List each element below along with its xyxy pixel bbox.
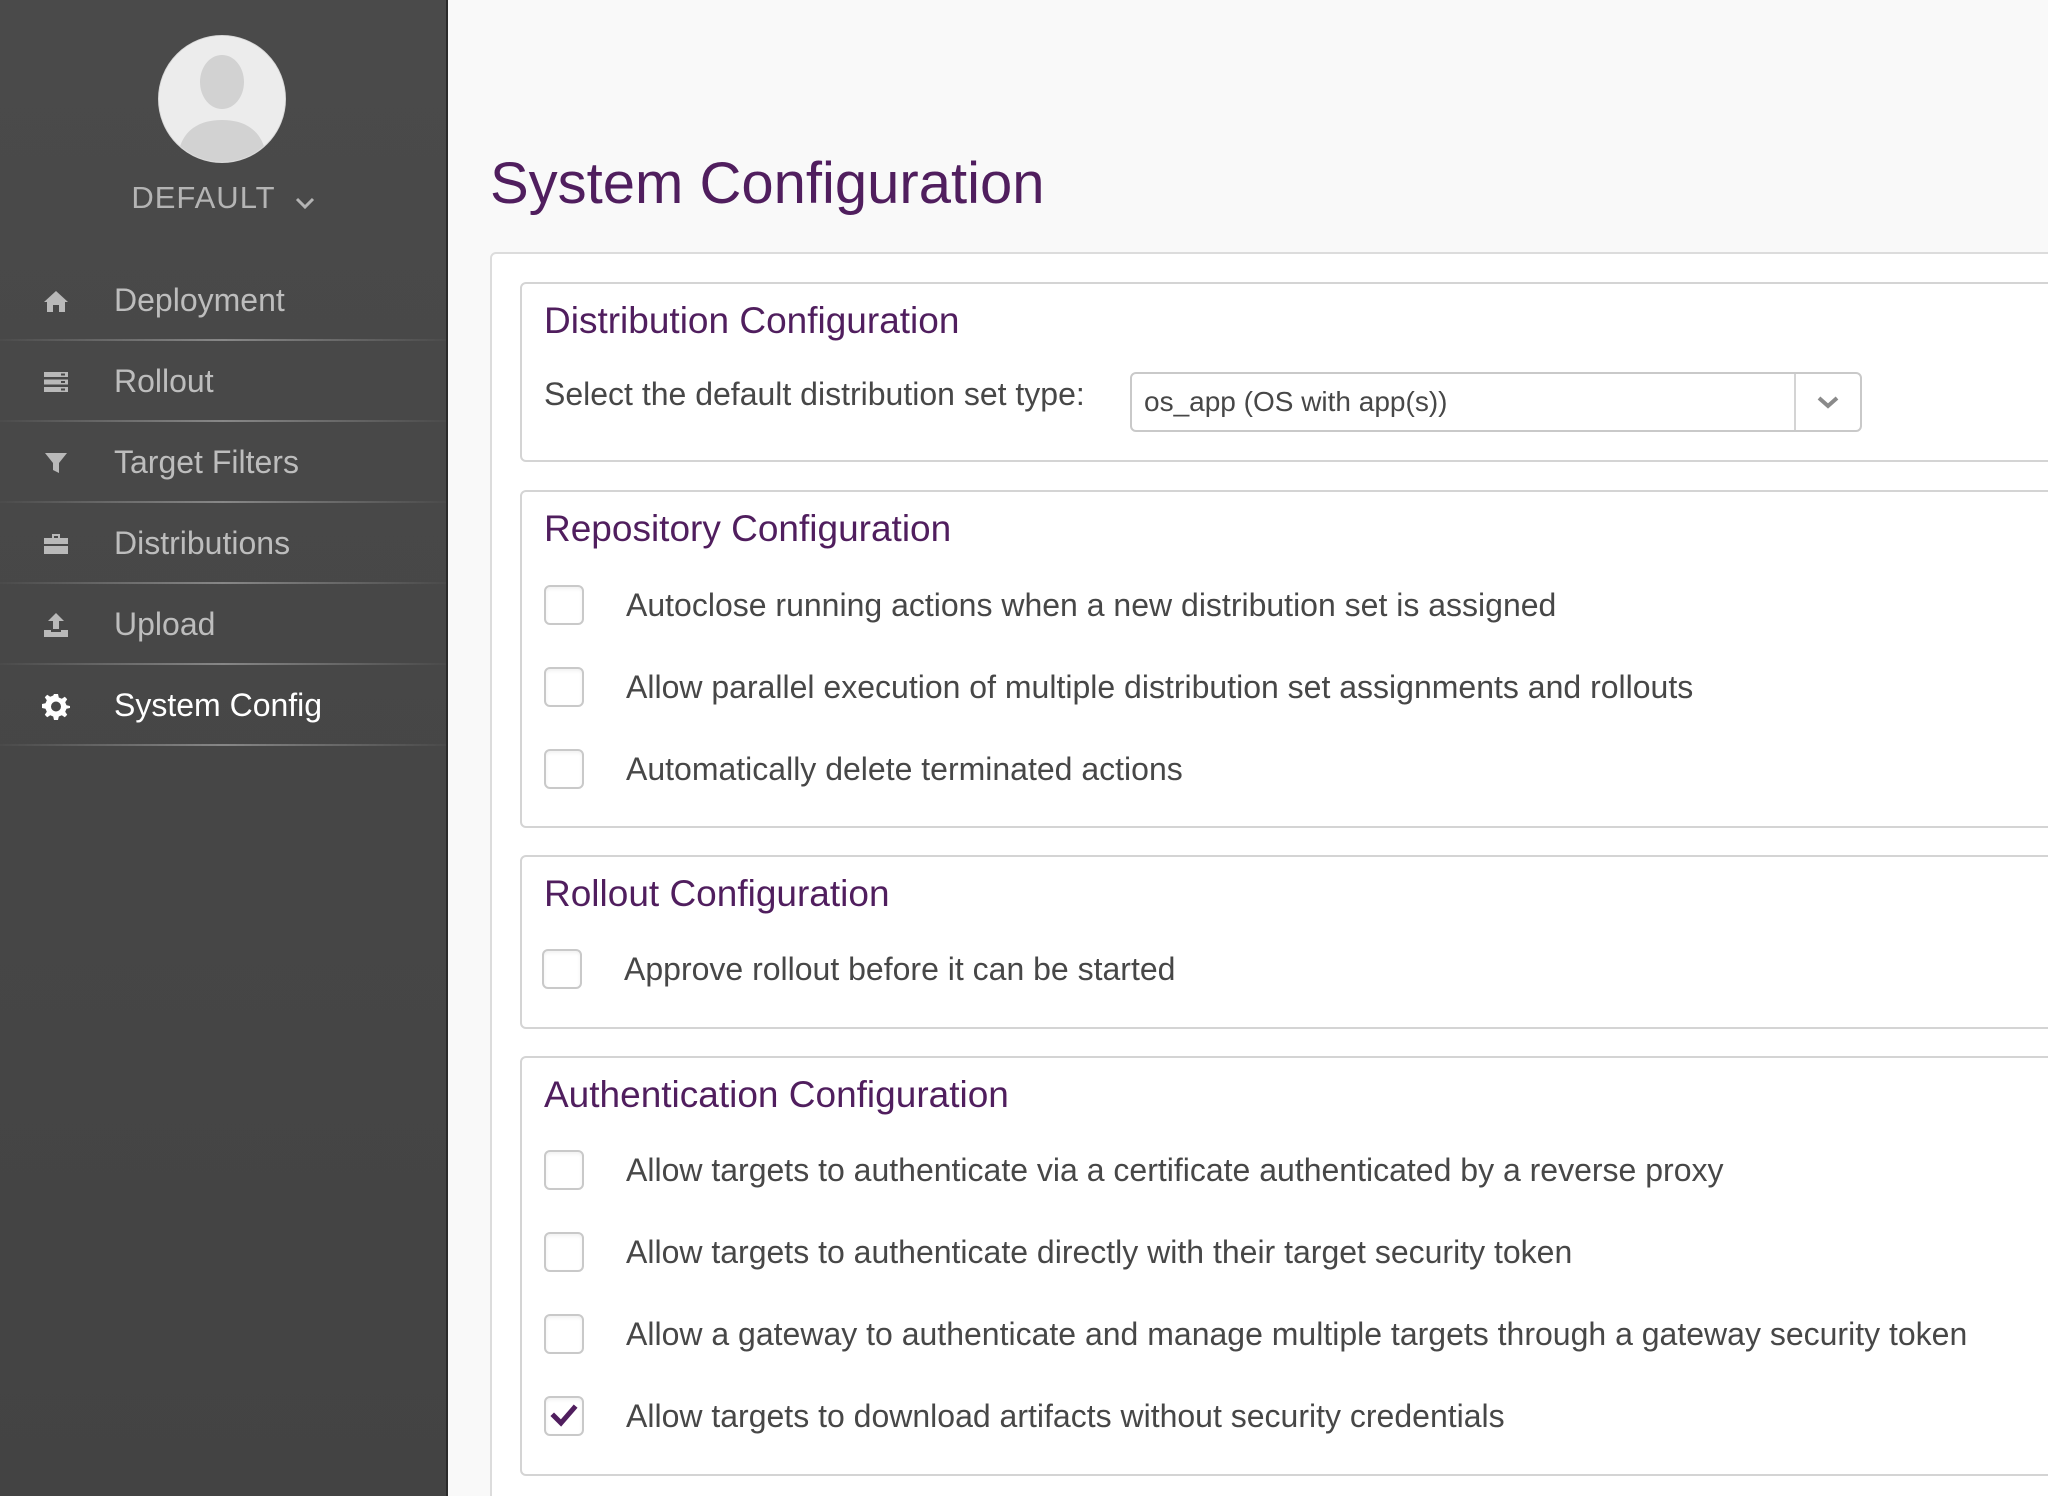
section-title: Authentication Configuration xyxy=(544,1074,1009,1115)
option-row: Allow targets to authenticate via a cert… xyxy=(544,1147,1723,1193)
checkmark-icon xyxy=(550,1404,578,1427)
option-label: Approve rollout before it can be started xyxy=(624,950,1176,987)
sidebar-item-deployment[interactable]: Deployment xyxy=(0,260,446,341)
sidebar-item-label: Target Filters xyxy=(114,444,299,480)
tenant-selector[interactable]: DEFAULT xyxy=(0,180,446,218)
option-label: Automatically delete terminated actions xyxy=(626,750,1183,787)
distribution-set-type-select[interactable]: os_app (OS with app(s)) xyxy=(1130,372,1862,432)
auto-delete-actions-checkbox[interactable] xyxy=(544,749,584,789)
briefcase-icon xyxy=(40,528,72,560)
sidebar-item-target-filters[interactable]: Target Filters xyxy=(0,422,446,503)
parallel-execution-checkbox[interactable] xyxy=(544,667,584,707)
sidebar-item-label: Distributions xyxy=(114,525,291,561)
option-row: Allow a gateway to authenticate and mana… xyxy=(544,1311,1967,1357)
option-label: Allow a gateway to authenticate and mana… xyxy=(626,1315,1968,1352)
home-icon xyxy=(40,285,72,317)
option-row: Approve rollout before it can be started xyxy=(542,946,1175,992)
sidebar-item-rollout[interactable]: Rollout xyxy=(0,341,446,422)
avatar[interactable] xyxy=(158,35,286,163)
reverse-proxy-auth-checkbox[interactable] xyxy=(544,1150,584,1190)
page-title: System Configuration xyxy=(490,151,1045,216)
sidebar-item-upload[interactable]: Upload xyxy=(0,584,446,665)
option-row: Autoclose running actions when a new dis… xyxy=(544,582,1556,628)
sidebar-item-label: Rollout xyxy=(114,363,214,399)
option-label: Allow targets to download artifacts with… xyxy=(626,1397,1505,1434)
gear-icon xyxy=(40,690,72,722)
repository-config-section: Repository Configuration Autoclose runni… xyxy=(520,490,2048,828)
rollout-config-section: Rollout Configuration Approve rollout be… xyxy=(520,855,2048,1029)
chevron-down-icon xyxy=(295,182,315,218)
target-token-auth-checkbox[interactable] xyxy=(544,1232,584,1272)
option-label: Autoclose running actions when a new dis… xyxy=(626,586,1557,623)
tenant-label: DEFAULT xyxy=(131,180,276,215)
option-label: Allow parallel execution of multiple dis… xyxy=(626,668,1694,705)
select-label: Select the default distribution set type… xyxy=(544,376,1085,412)
option-label: Allow targets to authenticate via a cert… xyxy=(626,1151,1724,1188)
sidebar-item-label: System Config xyxy=(114,687,323,723)
chevron-down-icon[interactable] xyxy=(1794,374,1860,430)
gateway-token-auth-checkbox[interactable] xyxy=(544,1314,584,1354)
select-value: os_app (OS with app(s)) xyxy=(1144,386,1448,417)
section-title: Distribution Configuration xyxy=(544,300,960,341)
sidebar-item-system-config[interactable]: System Config xyxy=(0,665,446,746)
distribution-config-section: Distribution Configuration Select the de… xyxy=(520,282,2048,462)
sidebar: DEFAULT Deployment Rollout Target Filter… xyxy=(0,0,448,1496)
anonymous-download-checkbox[interactable] xyxy=(544,1396,584,1436)
option-row: Automatically delete terminated actions xyxy=(544,746,1183,792)
server-stack-icon xyxy=(40,366,72,398)
sidebar-item-label: Deployment xyxy=(114,282,285,318)
upload-icon xyxy=(40,609,72,641)
section-title: Repository Configuration xyxy=(544,508,952,549)
option-label: Allow targets to authenticate directly w… xyxy=(626,1233,1573,1270)
autoclose-checkbox[interactable] xyxy=(544,585,584,625)
option-row: Allow targets to authenticate directly w… xyxy=(544,1229,1572,1275)
sidebar-nav: Deployment Rollout Target Filters Distri… xyxy=(0,260,446,746)
option-row: Allow parallel execution of multiple dis… xyxy=(544,664,1693,710)
approve-rollout-checkbox[interactable] xyxy=(542,949,582,989)
sidebar-item-label: Upload xyxy=(114,606,216,642)
option-row: Allow targets to download artifacts with… xyxy=(544,1393,1505,1439)
section-title: Rollout Configuration xyxy=(544,873,890,914)
authentication-config-section: Authentication Configuration Allow targe… xyxy=(520,1056,2048,1476)
filter-icon xyxy=(40,447,72,479)
sidebar-item-distributions[interactable]: Distributions xyxy=(0,503,446,584)
user-silhouette-icon xyxy=(159,36,285,162)
